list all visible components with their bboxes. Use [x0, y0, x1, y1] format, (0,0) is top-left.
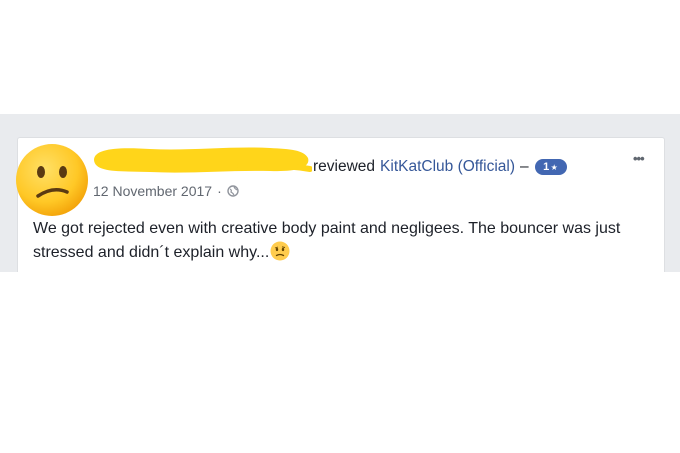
- reviewed-label: reviewed: [313, 158, 376, 175]
- post-header: reviewed KitKatClub (Official) – 1 ★: [313, 155, 567, 179]
- post-meta: 12 November 2017 ·: [93, 181, 239, 201]
- worried-face-emoji: [270, 241, 290, 261]
- rating-badge[interactable]: 1 ★: [534, 159, 567, 175]
- meta-separator: ·: [217, 183, 222, 199]
- star-icon: ★: [550, 162, 559, 172]
- post-date-link[interactable]: 12 November 2017: [93, 183, 212, 199]
- post-body: We got rejected even with creative body …: [33, 217, 653, 265]
- header-dash: –: [519, 158, 529, 175]
- globe-icon[interactable]: [227, 185, 239, 197]
- confused-face-emoji-avatar[interactable]: [15, 143, 89, 217]
- post-text: We got rejected even with creative body …: [33, 220, 621, 261]
- redacted-name: [94, 147, 312, 173]
- rating-value: 1: [543, 161, 550, 173]
- page-name-link[interactable]: KitKatClub (Official): [380, 158, 515, 176]
- more-options-button[interactable]: •••: [633, 151, 655, 167]
